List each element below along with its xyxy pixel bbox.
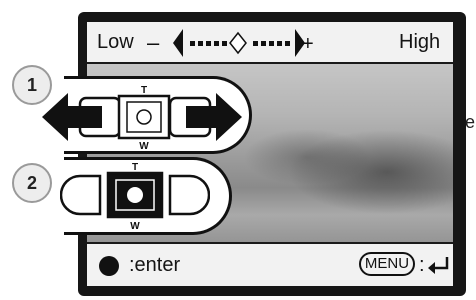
decrease-arrow-icon[interactable] — [173, 29, 183, 57]
minus-sign: – — [147, 30, 160, 55]
slider-scale-left — [190, 41, 227, 46]
left-key[interactable] — [60, 174, 102, 216]
wide-label: W — [139, 141, 149, 152]
right-key[interactable] — [168, 174, 210, 216]
slider-scale-right — [253, 41, 290, 46]
menu-colon: : — [419, 254, 425, 276]
center-button-icon — [99, 256, 119, 276]
return-icon — [428, 257, 449, 274]
step-1-controller: T W — [42, 85, 242, 152]
plus-sign: + — [302, 33, 314, 55]
step-2-badge: 2 — [12, 163, 52, 203]
wide-label: W — [130, 221, 140, 232]
telephoto-label: T — [141, 85, 147, 96]
side-text-fragment: e — [465, 112, 476, 132]
footer-bar: :enter MENU : — [87, 242, 453, 286]
menu-button-icon: MENU — [359, 252, 415, 276]
high-label: High — [399, 31, 441, 53]
telephoto-label: T — [132, 162, 138, 173]
slider-position-indicator-icon — [229, 31, 247, 55]
enter-hint: :enter — [129, 254, 181, 276]
adjustment-slider[interactable]: – + — [145, 26, 315, 60]
low-label: Low — [97, 31, 134, 53]
step-2-controller: T W — [60, 162, 210, 232]
